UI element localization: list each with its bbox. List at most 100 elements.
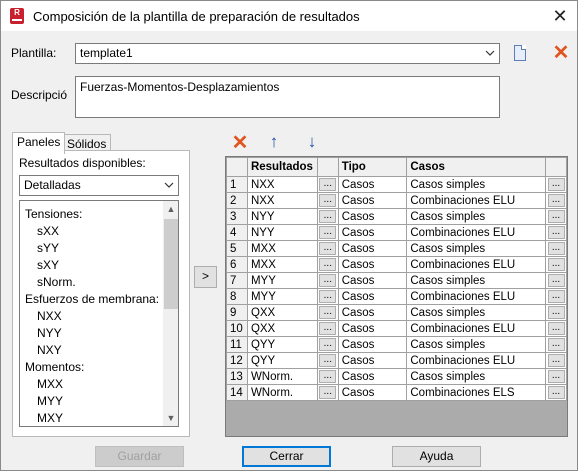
cell-casos[interactable]: Combinaciones ELU [406, 192, 547, 209]
list-item[interactable]: MYY [37, 393, 63, 410]
cell-casos[interactable]: Combinaciones ELS [406, 384, 547, 401]
browse-cases-button[interactable]: ... [547, 209, 565, 223]
row-index[interactable]: 13 [226, 368, 248, 385]
browse-results-button[interactable]: ... [319, 193, 337, 207]
cell-tipo[interactable]: Casos [337, 336, 408, 353]
cell-casos[interactable]: Combinaciones ELU [406, 288, 547, 305]
scroll-down-icon[interactable]: ▼ [163, 410, 178, 426]
row-index[interactable]: 8 [226, 288, 248, 305]
browse-results-button[interactable]: ... [319, 289, 337, 303]
scroll-thumb[interactable] [164, 219, 178, 309]
cell-casos[interactable]: Casos simples [406, 176, 547, 193]
table-row[interactable]: 9 QXX... Casos Casos simples... [226, 304, 567, 321]
col-header-casos[interactable]: Casos [406, 157, 547, 177]
cell-casos[interactable]: Casos simples [406, 336, 547, 353]
list-item[interactable]: sXY [37, 257, 59, 274]
cell-tipo[interactable]: Casos [337, 384, 408, 401]
row-index[interactable]: 3 [226, 208, 248, 225]
browse-results-button[interactable]: ... [319, 305, 337, 319]
cell-casos[interactable]: Casos simples [406, 304, 547, 321]
browse-results-button[interactable]: ... [319, 209, 337, 223]
browse-results-button[interactable]: ... [319, 241, 337, 255]
cell-casos[interactable]: Casos simples [406, 240, 547, 257]
cell-tipo[interactable]: Casos [337, 304, 408, 321]
cell-tipo[interactable]: Casos [337, 192, 408, 209]
description-input[interactable]: Fuerzas-Momentos-Desplazamientos [75, 76, 500, 118]
list-item[interactable]: NYY [37, 325, 62, 342]
cell-resultados[interactable]: NYY [246, 208, 318, 225]
delete-template-icon[interactable]: ✕ [551, 43, 571, 63]
table-row[interactable]: 3 NYY... Casos Casos simples... [226, 208, 567, 225]
cell-casos[interactable]: Casos simples [406, 368, 547, 385]
list-group-header[interactable]: Tensiones: [25, 206, 82, 223]
cell-resultados[interactable]: QXX [246, 304, 318, 321]
browse-cases-button[interactable]: ... [547, 369, 565, 383]
browse-results-button[interactable]: ... [319, 321, 337, 335]
list-scrollbar[interactable]: ▲ ▼ [163, 201, 178, 426]
table-row[interactable]: 5 MXX... Casos Casos simples... [226, 240, 567, 257]
browse-cases-button[interactable]: ... [547, 305, 565, 319]
tab-paneles[interactable]: Paneles [12, 132, 66, 154]
list-item[interactable]: sXX [37, 223, 59, 240]
browse-cases-button[interactable]: ... [547, 385, 565, 399]
cell-resultados[interactable]: NXX [246, 176, 318, 193]
browse-cases-button[interactable]: ... [547, 337, 565, 351]
table-row[interactable]: 13 WNorm.... Casos Casos simples... [226, 368, 567, 385]
cell-resultados[interactable]: NYY [246, 224, 318, 241]
browse-cases-button[interactable]: ... [547, 177, 565, 191]
browse-results-button[interactable]: ... [319, 273, 337, 287]
cell-casos[interactable]: Combinaciones ELU [406, 320, 547, 337]
browse-results-button[interactable]: ... [319, 353, 337, 367]
cell-casos[interactable]: Combinaciones ELU [406, 224, 547, 241]
cell-tipo[interactable]: Casos [337, 256, 408, 273]
cell-resultados[interactable]: MYY [246, 288, 318, 305]
add-result-button[interactable]: > [194, 266, 217, 288]
browse-results-button[interactable]: ... [319, 369, 337, 383]
table-row[interactable]: 6 MXX... Casos Combinaciones ELU... [226, 256, 567, 273]
cell-resultados[interactable]: QYY [246, 352, 318, 369]
scroll-up-icon[interactable]: ▲ [163, 201, 178, 217]
cell-resultados[interactable]: WNorm. [246, 368, 318, 385]
list-group-header[interactable]: Esfuerzos de membrana: [25, 291, 159, 308]
new-template-icon[interactable] [514, 45, 526, 61]
browse-results-button[interactable]: ... [319, 225, 337, 239]
row-index[interactable]: 5 [226, 240, 248, 257]
cell-casos[interactable]: Combinaciones ELU [406, 352, 547, 369]
browse-results-button[interactable]: ... [319, 337, 337, 351]
cell-tipo[interactable]: Casos [337, 272, 408, 289]
cell-tipo[interactable]: Casos [337, 176, 408, 193]
cell-resultados[interactable]: WNorm. [246, 384, 318, 401]
delete-row-icon[interactable]: ✕ [230, 133, 250, 153]
browse-cases-button[interactable]: ... [547, 273, 565, 287]
row-index[interactable]: 10 [226, 320, 248, 337]
help-button[interactable]: Ayuda [392, 446, 481, 467]
cell-tipo[interactable]: Casos [337, 352, 408, 369]
cell-casos[interactable]: Combinaciones ELU [406, 256, 547, 273]
close-window-icon[interactable]: ✕ [546, 5, 574, 27]
col-header-resultados[interactable]: Resultados [246, 157, 318, 177]
cell-tipo[interactable]: Casos [337, 208, 408, 225]
cell-resultados[interactable]: MXX [246, 256, 318, 273]
browse-cases-button[interactable]: ... [547, 321, 565, 335]
cell-tipo[interactable]: Casos [337, 288, 408, 305]
cell-resultados[interactable]: MYY [246, 272, 318, 289]
table-row[interactable]: 10 QXX... Casos Combinaciones ELU... [226, 320, 567, 337]
list-group-header[interactable]: Momentos: [25, 359, 84, 376]
table-row[interactable]: 2 NXX... Casos Combinaciones ELU... [226, 192, 567, 209]
cell-tipo[interactable]: Casos [337, 224, 408, 241]
browse-cases-button[interactable]: ... [547, 225, 565, 239]
template-select[interactable]: template1 [75, 43, 500, 64]
table-row[interactable]: 14 WNorm.... Casos Combinaciones ELS... [226, 384, 567, 401]
table-row[interactable]: 12 QYY... Casos Combinaciones ELU... [226, 352, 567, 369]
browse-cases-button[interactable]: ... [547, 289, 565, 303]
detail-select[interactable]: Detalladas [19, 175, 179, 196]
close-button[interactable]: Cerrar [242, 446, 331, 467]
browse-results-button[interactable]: ... [319, 257, 337, 271]
list-item[interactable]: MXY [37, 410, 63, 426]
table-row[interactable]: 4 NYY... Casos Combinaciones ELU... [226, 224, 567, 241]
results-grid[interactable]: Resultados Tipo Casos 1 NXX... Casos Casos … [225, 156, 568, 437]
available-results-list[interactable]: Tensiones: sXX sYY sXY sNorm. Esfuerzos … [19, 200, 179, 427]
cell-casos[interactable]: Casos simples [406, 272, 547, 289]
move-down-icon[interactable]: ↓ [302, 132, 322, 152]
browse-results-button[interactable]: ... [319, 385, 337, 399]
